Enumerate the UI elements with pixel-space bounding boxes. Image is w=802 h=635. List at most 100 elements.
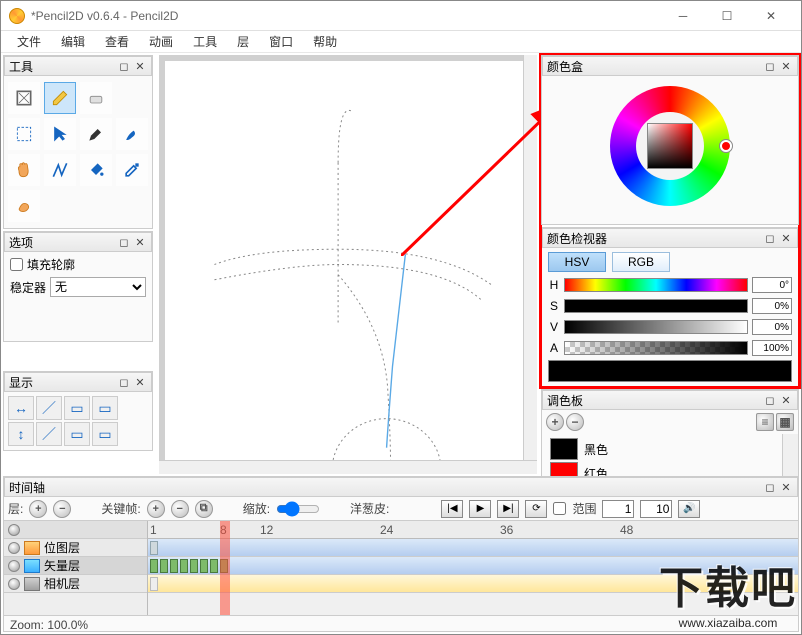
goto-end-button[interactable]: ▶| xyxy=(497,500,519,518)
display-outlines[interactable]: ／ xyxy=(36,422,62,446)
goto-start-button[interactable]: |◀ xyxy=(441,500,463,518)
vector-frame-1[interactable] xyxy=(150,559,158,573)
display-mirror-h[interactable]: ↔ xyxy=(8,396,34,420)
menu-window[interactable]: 窗口 xyxy=(259,31,303,52)
stabilizer-select[interactable]: 无 xyxy=(50,277,146,297)
eye-camera[interactable] xyxy=(8,578,20,590)
range-start-input[interactable] xyxy=(602,500,634,518)
palette-remove-button[interactable]: − xyxy=(566,413,584,431)
palette-close-button[interactable] xyxy=(779,393,793,407)
layer-remove-button[interactable]: − xyxy=(53,500,71,518)
tool-brush[interactable] xyxy=(116,118,148,150)
color-wheel-marker[interactable] xyxy=(720,140,732,152)
menu-layer[interactable]: 层 xyxy=(227,31,259,52)
canvas-scroll-horizontal[interactable] xyxy=(159,460,537,474)
hue-value[interactable]: 0° xyxy=(752,277,792,293)
tool-bucket[interactable] xyxy=(80,154,112,186)
options-float-button[interactable] xyxy=(117,235,131,249)
vector-frame-3[interactable] xyxy=(170,559,178,573)
palette-float-button[interactable] xyxy=(763,393,777,407)
timeline-close-button[interactable] xyxy=(779,480,793,494)
sat-slider[interactable] xyxy=(564,299,748,313)
rgb-tab[interactable]: RGB xyxy=(612,252,670,272)
tool-pencil[interactable] xyxy=(44,82,76,114)
display-mirror-v[interactable]: ↕ xyxy=(8,422,34,446)
tools-close-button[interactable] xyxy=(133,59,147,73)
bitmap-frame-1[interactable] xyxy=(150,541,158,555)
palette-add-button[interactable]: + xyxy=(546,413,564,431)
layer-row-bitmap[interactable]: 位图层 xyxy=(4,539,147,557)
tool-clear[interactable] xyxy=(8,82,40,114)
track-camera[interactable] xyxy=(148,575,798,593)
eye-bitmap[interactable] xyxy=(8,542,20,554)
layer-row-camera[interactable]: 相机层 xyxy=(4,575,147,593)
sat-value[interactable]: 0% xyxy=(752,298,792,314)
color-sv-box[interactable] xyxy=(647,123,693,169)
eye-vector[interactable] xyxy=(8,560,20,572)
palette-item-black[interactable]: 黑色 xyxy=(550,438,790,460)
tool-pen[interactable] xyxy=(80,118,112,150)
display-onion-prev[interactable]: ▭ xyxy=(64,396,90,420)
display-overlay-1[interactable]: ▭ xyxy=(64,422,90,446)
palette-list-view-button[interactable]: ≡ xyxy=(756,413,774,431)
hsv-tab[interactable]: HSV xyxy=(548,252,606,272)
keyframe-add-button[interactable]: + xyxy=(147,500,165,518)
layer-row-vector[interactable]: 矢量层 xyxy=(4,557,147,575)
play-button[interactable]: ▶ xyxy=(469,500,491,518)
tool-eraser[interactable] xyxy=(80,82,112,114)
fill-contour-checkbox[interactable] xyxy=(10,258,23,271)
vector-frame-4[interactable] xyxy=(180,559,188,573)
alpha-slider[interactable] xyxy=(564,341,748,355)
loop-button[interactable]: ⟳ xyxy=(525,500,547,518)
display-close-button[interactable] xyxy=(133,375,147,389)
menu-animation[interactable]: 动画 xyxy=(139,31,183,52)
canvas[interactable] xyxy=(165,61,531,468)
range-end-input[interactable] xyxy=(640,500,672,518)
close-button[interactable]: ✕ xyxy=(749,2,793,30)
menu-view[interactable]: 查看 xyxy=(95,31,139,52)
display-overlay-2[interactable]: ▭ xyxy=(92,422,118,446)
display-thin-lines[interactable]: ／ xyxy=(36,396,62,420)
keyframe-duplicate-button[interactable]: ⧉ xyxy=(195,500,213,518)
minimize-button[interactable]: ─ xyxy=(661,2,705,30)
color-inspector-close-button[interactable] xyxy=(779,231,793,245)
timeline-float-button[interactable] xyxy=(763,480,777,494)
timeline-ruler[interactable]: 1 8 12 24 36 48 xyxy=(148,521,798,539)
color-inspector-float-button[interactable] xyxy=(763,231,777,245)
playhead[interactable] xyxy=(220,521,230,615)
color-box-float-button[interactable] xyxy=(763,59,777,73)
val-value[interactable]: 0% xyxy=(752,319,792,335)
tool-eyedropper[interactable] xyxy=(116,154,148,186)
vector-frame-6[interactable] xyxy=(200,559,208,573)
display-float-button[interactable] xyxy=(117,375,131,389)
timeline-tracks[interactable]: 1 8 12 24 36 48 xyxy=(148,521,798,615)
val-slider[interactable] xyxy=(564,320,748,334)
vector-frame-5[interactable] xyxy=(190,559,198,573)
track-bitmap[interactable] xyxy=(148,539,798,557)
timeline-zoom-slider[interactable] xyxy=(276,501,320,517)
menu-tool[interactable]: 工具 xyxy=(183,31,227,52)
color-box-close-button[interactable] xyxy=(779,59,793,73)
layer-add-button[interactable]: + xyxy=(29,500,47,518)
display-onion-next[interactable]: ▭ xyxy=(92,396,118,420)
menu-edit[interactable]: 编辑 xyxy=(51,31,95,52)
maximize-button[interactable]: ☐ xyxy=(705,2,749,30)
tool-move[interactable] xyxy=(44,118,76,150)
hue-slider[interactable] xyxy=(564,278,748,292)
palette-grid-view-button[interactable]: ▦ xyxy=(776,413,794,431)
keyframe-remove-button[interactable]: − xyxy=(171,500,189,518)
tool-select[interactable] xyxy=(8,118,40,150)
tool-polyline[interactable] xyxy=(44,154,76,186)
tool-smudge[interactable] xyxy=(8,190,40,222)
canvas-scroll-vertical[interactable] xyxy=(523,55,537,460)
alpha-value[interactable]: 100% xyxy=(752,340,792,356)
camera-frame-1[interactable] xyxy=(150,577,158,591)
options-close-button[interactable] xyxy=(133,235,147,249)
sound-button[interactable]: 🔊 xyxy=(678,500,700,518)
vector-frame-2[interactable] xyxy=(160,559,168,573)
menu-file[interactable]: 文件 xyxy=(7,31,51,52)
vector-frame-7[interactable] xyxy=(210,559,218,573)
tools-float-button[interactable] xyxy=(117,59,131,73)
track-vector[interactable] xyxy=(148,557,798,575)
eye-icon[interactable] xyxy=(8,524,20,536)
